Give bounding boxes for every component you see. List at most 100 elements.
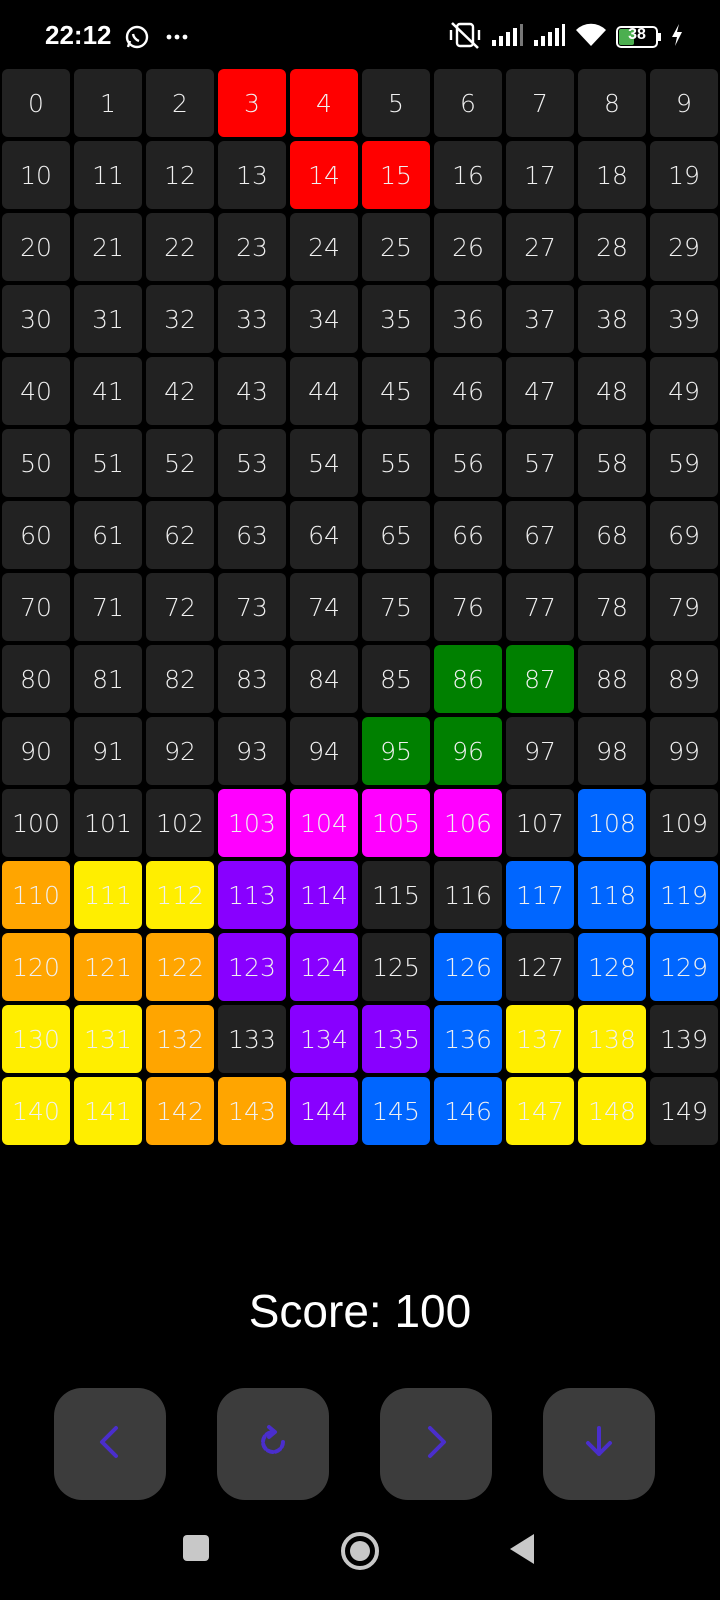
board-cell: 78	[578, 573, 646, 641]
board-cell: 54	[290, 429, 358, 497]
board-cell: 29	[650, 213, 718, 281]
board-cell: 103	[218, 789, 286, 857]
board-cell: 87	[506, 645, 574, 713]
board-cell: 127	[506, 933, 574, 1001]
drop-button[interactable]	[543, 1388, 655, 1500]
vibrate-off-icon	[448, 20, 482, 54]
board-cell: 37	[506, 285, 574, 353]
whatsapp-icon	[124, 24, 150, 54]
move-left-button[interactable]	[54, 1388, 166, 1500]
board-cell: 59	[650, 429, 718, 497]
board-cell: 137	[506, 1005, 574, 1073]
recents-square-icon[interactable]	[180, 1532, 212, 1568]
board-cell: 100	[2, 789, 70, 857]
board-cell: 94	[290, 717, 358, 785]
board-cell: 46	[434, 357, 502, 425]
board-cell: 40	[2, 357, 70, 425]
board-cell: 1	[74, 69, 142, 137]
home-circle-icon[interactable]	[339, 1530, 381, 1576]
board-cell: 101	[74, 789, 142, 857]
charging-bolt-icon	[670, 23, 684, 51]
game-board: 0 1 2 3 4 5 6 7 8 9 10 11 12 13 14 15 16 17 18 19 20 21 22 23 24…	[2, 69, 718, 1145]
board-cell: 61	[74, 501, 142, 569]
board-cell: 76	[434, 573, 502, 641]
status-system-icons: 38	[448, 20, 684, 54]
board-cell: 126	[434, 933, 502, 1001]
board-cell: 3	[218, 69, 286, 137]
board-cell: 18	[578, 141, 646, 209]
board-cell: 20	[2, 213, 70, 281]
board-cell: 32	[146, 285, 214, 353]
board-cell: 95	[362, 717, 430, 785]
board-cell: 55	[362, 429, 430, 497]
board-cell: 89	[650, 645, 718, 713]
signal-icon	[532, 22, 566, 52]
board-cell: 12	[146, 141, 214, 209]
board-cell: 139	[650, 1005, 718, 1073]
board-cell: 120	[2, 933, 70, 1001]
back-triangle-icon[interactable]	[506, 1532, 538, 1570]
arrow-down-icon	[579, 1422, 619, 1466]
board-cell: 136	[434, 1005, 502, 1073]
board-cell: 52	[146, 429, 214, 497]
board-cell: 42	[146, 357, 214, 425]
board-cell: 80	[2, 645, 70, 713]
board-cell: 5	[362, 69, 430, 137]
board-cell: 144	[290, 1077, 358, 1145]
board-cell: 13	[218, 141, 286, 209]
board-cell: 51	[74, 429, 142, 497]
board-cell: 48	[578, 357, 646, 425]
board-cell: 70	[2, 573, 70, 641]
board-cell: 7	[506, 69, 574, 137]
board-cell: 25	[362, 213, 430, 281]
board-cell: 97	[506, 717, 574, 785]
board-cell: 117	[506, 861, 574, 929]
board-cell: 16	[434, 141, 502, 209]
board-cell: 149	[650, 1077, 718, 1145]
board-cell: 50	[2, 429, 70, 497]
board-cell: 31	[74, 285, 142, 353]
board-cell: 57	[506, 429, 574, 497]
board-cell: 28	[578, 213, 646, 281]
board-cell: 148	[578, 1077, 646, 1145]
board-cell: 115	[362, 861, 430, 929]
board-cell: 45	[362, 357, 430, 425]
board-cell: 17	[506, 141, 574, 209]
board-cell: 75	[362, 573, 430, 641]
board-cell: 108	[578, 789, 646, 857]
board-cell: 113	[218, 861, 286, 929]
board-cell: 133	[218, 1005, 286, 1073]
rotate-button[interactable]	[217, 1388, 329, 1500]
board-cell: 92	[146, 717, 214, 785]
board-cell: 98	[578, 717, 646, 785]
board-cell: 43	[218, 357, 286, 425]
score-label: Score: 100	[248, 1285, 472, 1337]
board-cell: 140	[2, 1077, 70, 1145]
board-cell: 19	[650, 141, 718, 209]
board-cell: 125	[362, 933, 430, 1001]
board-cell: 143	[218, 1077, 286, 1145]
board-cell: 81	[74, 645, 142, 713]
board-cell: 53	[218, 429, 286, 497]
board-cell: 6	[434, 69, 502, 137]
board-cell: 62	[146, 501, 214, 569]
status-bar: 22:12 38	[0, 0, 720, 72]
board-cell: 49	[650, 357, 718, 425]
board-cell: 41	[74, 357, 142, 425]
board-cell: 35	[362, 285, 430, 353]
board-cell: 44	[290, 357, 358, 425]
board-cell: 122	[146, 933, 214, 1001]
board-cell: 39	[650, 285, 718, 353]
board-cell: 107	[506, 789, 574, 857]
move-right-button[interactable]	[380, 1388, 492, 1500]
board-cell: 85	[362, 645, 430, 713]
board-cell: 84	[290, 645, 358, 713]
more-dots-icon	[164, 24, 190, 54]
board-cell: 8	[578, 69, 646, 137]
board-cell: 72	[146, 573, 214, 641]
board-cell: 64	[290, 501, 358, 569]
board-cell: 74	[290, 573, 358, 641]
board-cell: 33	[218, 285, 286, 353]
board-cell: 135	[362, 1005, 430, 1073]
status-time: 22:12	[45, 20, 112, 50]
